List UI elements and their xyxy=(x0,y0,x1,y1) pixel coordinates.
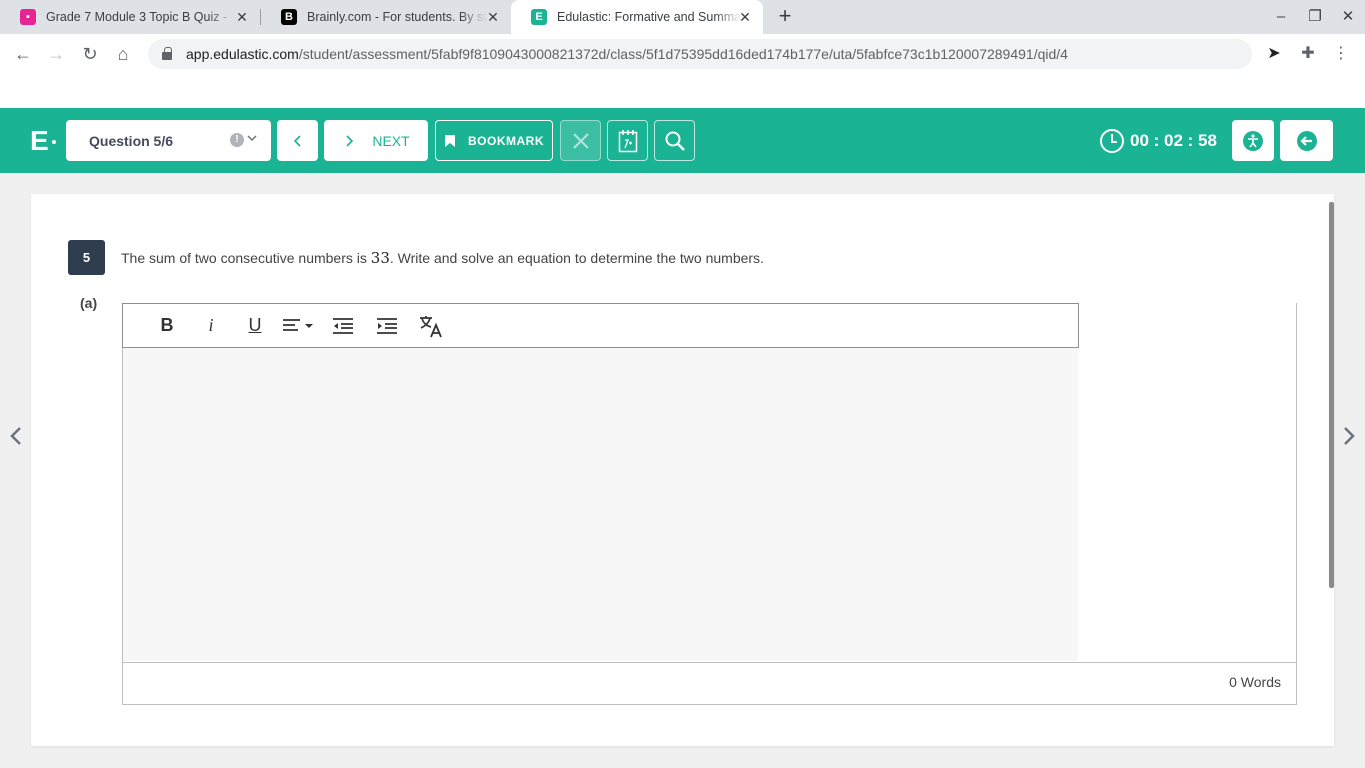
browser-menu-icon[interactable]: ⋮ xyxy=(1331,44,1351,64)
chevron-down-icon xyxy=(246,132,258,147)
magnifier-button[interactable] xyxy=(654,120,695,161)
answer-text-area[interactable] xyxy=(123,348,1078,661)
chevron-left-icon xyxy=(293,134,301,147)
window-close-icon[interactable]: ✕ xyxy=(1338,9,1358,25)
back-icon[interactable]: ← xyxy=(12,43,34,65)
indent-icon[interactable] xyxy=(365,311,409,341)
close-icon xyxy=(572,132,589,149)
translate-icon[interactable] xyxy=(409,311,453,341)
accessibility-button[interactable] xyxy=(1232,120,1274,161)
url-path: /student/assessment/5fabf9f8109043000821… xyxy=(298,46,1068,62)
exit-arrow-icon xyxy=(1296,130,1317,151)
browser-tab-brainly[interactable]: B Brainly.com - For students. By student… xyxy=(261,0,511,34)
previous-question-button[interactable] xyxy=(277,120,318,161)
word-count: 0 Words xyxy=(1229,674,1281,690)
next-arrow-icon[interactable] xyxy=(1339,426,1359,452)
close-tab-icon[interactable]: ✕ xyxy=(234,9,250,25)
address-bar[interactable]: app.edulastic.com/student/assessment/5fa… xyxy=(148,39,1252,69)
eliminate-answer-button[interactable] xyxy=(560,120,601,161)
previous-arrow-icon[interactable] xyxy=(6,426,26,452)
timer: 00 : 02 : 58 xyxy=(1100,128,1217,154)
calculator-notepad-icon xyxy=(618,129,637,152)
brainly-favicon-icon: B xyxy=(281,9,297,25)
edulastic-logo: E xyxy=(30,126,56,156)
question-text: The sum of two consecutive numbers is 33… xyxy=(121,249,764,267)
url-host: app.edulastic.com xyxy=(186,46,299,62)
page-top-margin xyxy=(0,74,1365,108)
editor-footer: 0 Words xyxy=(122,662,1297,705)
home-icon[interactable]: ⌂ xyxy=(112,43,134,65)
search-icon xyxy=(665,131,685,151)
bookmark-icon xyxy=(445,134,455,147)
close-tab-icon[interactable]: ✕ xyxy=(737,9,753,25)
question-text-start: The sum of two consecutive numbers is xyxy=(121,250,371,266)
question-number-badge: 5 xyxy=(68,240,105,275)
bookmark-label: BOOKMARK xyxy=(468,133,544,148)
clock-icon xyxy=(1100,129,1124,153)
assessment-header: E Question 5/6 ! NEXT BOOKMARK 00 : 02 :… xyxy=(0,108,1365,173)
align-dropdown-icon[interactable] xyxy=(277,311,321,341)
timer-value: 00 : 02 : 58 xyxy=(1130,131,1217,150)
bold-icon[interactable]: B xyxy=(145,311,189,341)
accessibility-icon xyxy=(1243,130,1263,151)
editor-toolbar: B i U xyxy=(122,303,1079,348)
browser-tab-strip: ▪ Grade 7 Module 3 Topic B Quiz - ✕ B Br… xyxy=(0,0,1365,34)
lock-icon xyxy=(162,47,172,60)
next-question-button[interactable]: NEXT xyxy=(324,120,428,161)
scratchpad-button[interactable] xyxy=(607,120,648,161)
outdent-icon[interactable] xyxy=(321,311,365,341)
tab-title: Edulastic: Formative and Summative Asses… xyxy=(557,10,742,24)
new-tab-icon[interactable]: + xyxy=(775,5,795,28)
restore-icon[interactable]: ❐ xyxy=(1305,9,1325,25)
math-value: 33 xyxy=(370,249,390,267)
exit-button[interactable] xyxy=(1280,120,1333,161)
browser-tab-edulastic[interactable]: E Edulastic: Formative and Summative Ass… xyxy=(511,0,763,34)
chevron-right-icon xyxy=(346,134,354,147)
exclamation-icon: ! xyxy=(230,133,244,147)
italic-icon[interactable]: i xyxy=(189,311,233,341)
part-label: (a) xyxy=(80,295,98,311)
question-selector-label: Question 5/6 xyxy=(89,132,174,149)
forward-icon[interactable]: → xyxy=(45,43,67,65)
underline-icon[interactable]: U xyxy=(233,311,277,341)
next-label: NEXT xyxy=(372,132,410,149)
browser-tab-quiz[interactable]: ▪ Grade 7 Module 3 Topic B Quiz - ✕ xyxy=(0,0,260,34)
question-selector[interactable]: Question 5/6 ! xyxy=(66,120,271,161)
reload-icon[interactable]: ↻ xyxy=(79,43,101,65)
bookmark-button[interactable]: BOOKMARK xyxy=(435,120,553,161)
tab-title: Brainly.com - For students. By students. xyxy=(307,10,487,24)
edulastic-favicon-icon: E xyxy=(531,9,547,25)
scrollbar[interactable] xyxy=(1329,202,1334,588)
browser-toolbar: ← → ↻ ⌂ app.edulastic.com/student/assess… xyxy=(0,34,1365,74)
cursor-extension-icon[interactable]: ➤ xyxy=(1264,44,1284,64)
close-tab-icon[interactable]: ✕ xyxy=(485,9,501,25)
question-text-end: . Write and solve an equation to determi… xyxy=(389,250,764,266)
extensions-puzzle-icon[interactable]: ✚ xyxy=(1298,44,1318,64)
minimize-icon[interactable]: ‒ xyxy=(1271,9,1291,25)
tab-title: Grade 7 Module 3 Topic B Quiz - xyxy=(46,10,228,24)
quiz-favicon-icon: ▪ xyxy=(20,9,36,25)
